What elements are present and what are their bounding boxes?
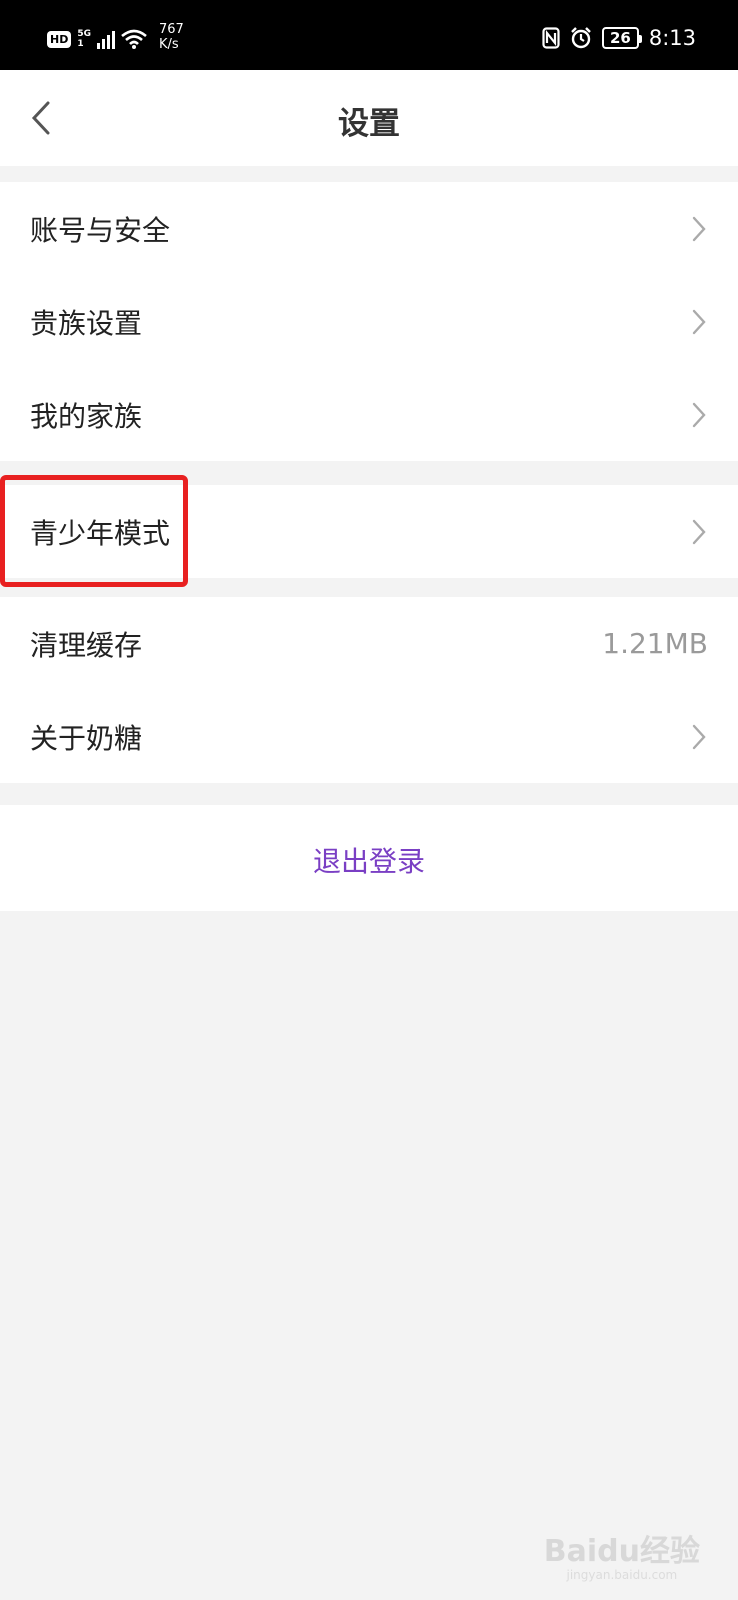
cache-size: 1.21MB: [602, 627, 708, 660]
settings-item-label: 关于奶糖: [30, 721, 143, 755]
chevron-right-icon: [692, 519, 706, 544]
settings-item-label: 我的家族: [30, 399, 143, 433]
settings-item-label: 贵族设置: [30, 306, 143, 340]
speed-unit: K/s: [159, 37, 179, 52]
settings-group-app: 清理缓存 1.21MB 关于奶糖: [0, 597, 738, 783]
settings-group-account: 账号与安全 贵族设置 我的家族: [0, 182, 738, 461]
settings-item-about[interactable]: 关于奶糖: [0, 690, 738, 783]
hd-badge: HD: [47, 30, 72, 48]
logout-section: 退出登录: [0, 805, 738, 911]
settings-item-label: 清理缓存: [30, 628, 143, 662]
chevron-right-icon: [692, 216, 706, 241]
nav-header: 设置: [0, 70, 738, 166]
speed-value: 767: [159, 22, 184, 37]
chevron-right-icon: [692, 309, 706, 334]
chevron-right-icon: [692, 724, 706, 749]
chevron-right-icon: [692, 402, 706, 427]
wifi-icon: [121, 29, 147, 49]
signal-icon: [97, 29, 115, 49]
settings-item-family[interactable]: 我的家族: [0, 368, 738, 461]
page-title: 设置: [338, 106, 400, 142]
status-right: 26 8:13: [542, 26, 696, 50]
logout-button[interactable]: 退出登录: [0, 840, 738, 880]
sim-indicator: 1: [77, 39, 84, 49]
watermark-sub: jingyan.baidu.com: [566, 1568, 678, 1582]
settings-item-label: 账号与安全: [30, 213, 171, 247]
settings-item-account-security[interactable]: 账号与安全: [0, 182, 738, 275]
settings-item-clear-cache[interactable]: 清理缓存 1.21MB: [0, 597, 738, 690]
network-indicator: 5G 1: [77, 29, 91, 49]
settings-item-noble[interactable]: 贵族设置: [0, 275, 738, 368]
battery-level: 26: [609, 29, 631, 47]
highlight-box: [0, 475, 188, 587]
network-speed: 767 K/s: [159, 22, 184, 52]
alarm-icon: [571, 27, 591, 49]
nfc-icon: [542, 27, 560, 49]
watermark-text: Baidu经验: [543, 1534, 700, 1569]
clock: 8:13: [648, 26, 696, 50]
network-type: 5G: [77, 29, 91, 39]
status-bar: HD 5G 1 767 K/s 26 8:13: [0, 0, 738, 70]
watermark-logo: Baidu经验 jingyan.baidu.com: [544, 1526, 700, 1582]
status-left: HD 5G 1 767 K/s: [47, 22, 184, 52]
battery-icon: 26: [601, 27, 642, 49]
